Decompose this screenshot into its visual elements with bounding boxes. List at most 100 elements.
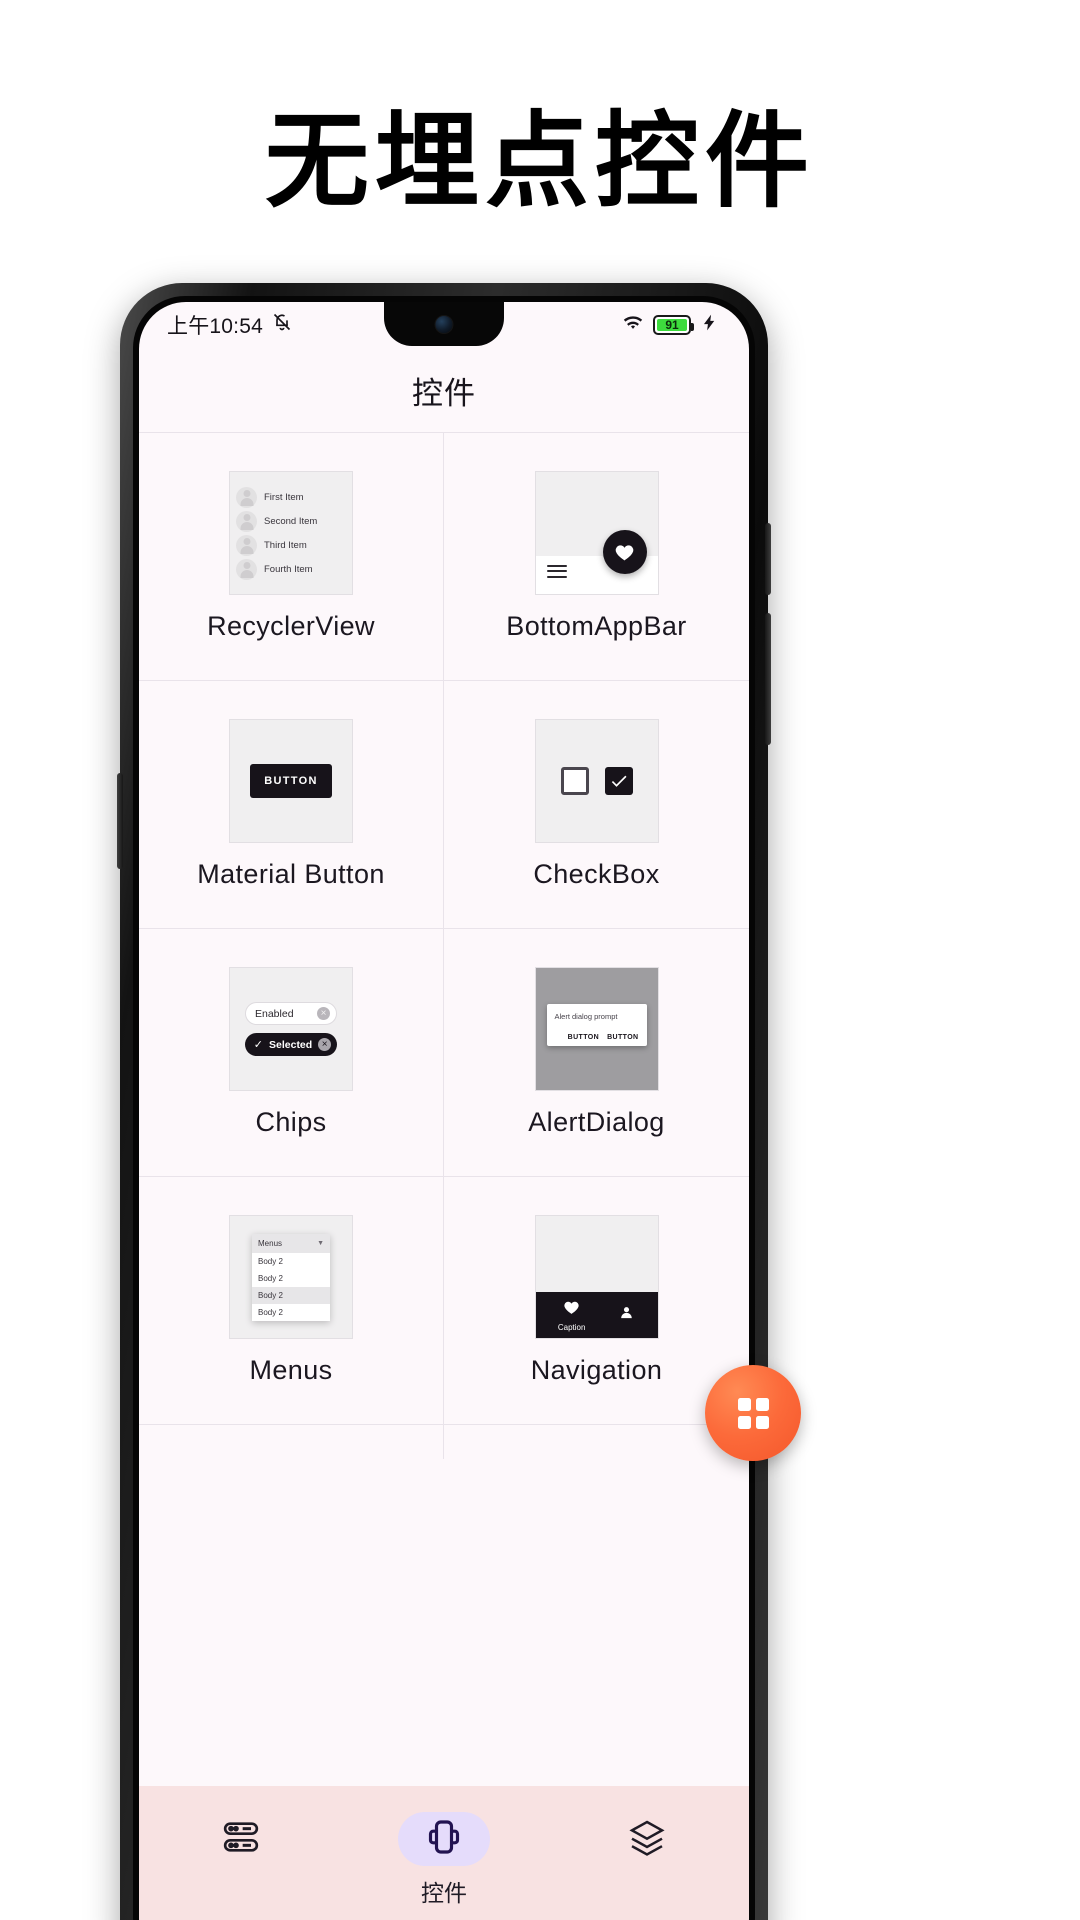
- bottom-nav-item-list[interactable]: [161, 1812, 321, 1874]
- list-item-label: Second Item: [264, 515, 318, 527]
- close-icon: ×: [317, 1007, 330, 1020]
- dropdown-label: Menus: [258, 1238, 283, 1248]
- power-button[interactable]: [765, 523, 771, 595]
- battery-level: 91: [657, 318, 687, 332]
- grid-cell-bottomappbar[interactable]: BottomAppBar: [444, 433, 749, 681]
- layers-icon: [627, 1817, 667, 1862]
- grid-cell-material-button[interactable]: BUTTON Material Button: [139, 681, 444, 929]
- list-item: Third Item: [236, 534, 346, 556]
- chip-label: Selected: [269, 1038, 313, 1051]
- close-icon: ×: [318, 1038, 332, 1051]
- lightning-bolt-icon: [700, 313, 719, 338]
- person-icon: [618, 1304, 635, 1326]
- list-item: Fourth Item: [236, 558, 346, 580]
- menu-item: Body 2: [252, 1252, 330, 1270]
- list-item: First Item: [236, 486, 346, 508]
- grid-cell-label: Navigation: [530, 1355, 663, 1385]
- dialog-actions: BUTTON BUTTON: [555, 1034, 639, 1041]
- grid-cell-recyclerview[interactable]: First Item Second Item Third Item Fourth…: [139, 433, 444, 681]
- chip-enabled: Enabled ×: [245, 1002, 337, 1025]
- dropdown-header: Menus ▼: [252, 1233, 330, 1253]
- grid-cell-navigation[interactable]: Caption Navigation: [444, 1177, 749, 1425]
- preview-nav-bar: Caption: [535, 1292, 658, 1338]
- grid-cell-label: Material Button: [197, 859, 385, 889]
- heart-icon: [602, 530, 647, 574]
- bottomappbar-preview: [534, 471, 659, 595]
- bottom-nav-pill: [601, 1812, 693, 1866]
- grid-cell-next-row-left[interactable]: [139, 1425, 444, 1459]
- list-item-label: Third Item: [264, 539, 307, 551]
- unchecked-checkbox-icon: [560, 767, 589, 795]
- preview-dialog: Alert dialog prompt BUTTON BUTTON: [546, 1004, 647, 1046]
- menu-item: Body 2: [252, 1303, 330, 1321]
- bottom-nav-pill-active: [397, 1812, 490, 1866]
- list-rows-icon: [221, 1817, 261, 1862]
- checked-checkbox-icon: [604, 767, 633, 795]
- bottom-nav-item-widgets[interactable]: 控件: [364, 1812, 524, 1908]
- dialog-button-2: BUTTON: [607, 1034, 639, 1041]
- bottom-nav-label: 控件: [420, 1880, 467, 1906]
- list-item-label: Fourth Item: [264, 563, 313, 575]
- battery-indicator: 91: [653, 315, 694, 335]
- recyclerview-preview: First Item Second Item Third Item Fourth…: [229, 471, 353, 595]
- person-avatar-icon: [236, 486, 257, 508]
- dialog-title: Alert dialog prompt: [554, 1012, 618, 1021]
- bottom-navigation: 控件: [139, 1786, 749, 1920]
- grid-cell-label: Menus: [249, 1355, 333, 1385]
- grid-cell-next-row-right[interactable]: [444, 1425, 749, 1459]
- widget-grid: First Item Second Item Third Item Fourth…: [139, 432, 749, 1459]
- bottom-nav-item-layers[interactable]: [567, 1812, 727, 1874]
- grid-cell-label: RecyclerView: [207, 611, 375, 641]
- apps-grid-icon: [737, 1397, 769, 1429]
- checkbox-preview: [534, 719, 659, 843]
- status-bar-left: 上午10:54: [167, 310, 292, 340]
- chevron-down-icon: ▼: [317, 1239, 324, 1247]
- bell-muted-icon: [272, 312, 292, 338]
- check-icon: ✓: [253, 1039, 263, 1051]
- chip-selected: ✓ Selected ×: [244, 1033, 338, 1056]
- chips-preview: Enabled × ✓ Selected ×: [229, 967, 353, 1091]
- grid-cell-chips[interactable]: Enabled × ✓ Selected × Chips: [139, 929, 444, 1177]
- preview-dropdown: Menus ▼ Body 2 Body 2 Body 2 Body 2: [252, 1233, 330, 1321]
- side-button-secondary[interactable]: [765, 613, 771, 745]
- status-bar-right: 91: [622, 311, 719, 339]
- preview-button: BUTTON: [250, 764, 332, 798]
- grid-cell-alertdialog[interactable]: Alert dialog prompt BUTTON BUTTON AlertD…: [444, 929, 749, 1177]
- materialbutton-preview: BUTTON: [229, 719, 353, 843]
- preview-content-area: [535, 1216, 658, 1294]
- bottom-nav-pill: [195, 1812, 287, 1866]
- phone-screen: 上午10:54 91 控件 First Item Second Item Thi…: [139, 302, 749, 1920]
- phone-bezel: 上午10:54 91 控件 First Item Second Item Thi…: [133, 296, 755, 1920]
- app-bar: 控件: [139, 348, 749, 432]
- status-bar: 上午10:54 91: [139, 302, 749, 348]
- menu-item-selected: Body 2: [252, 1286, 330, 1304]
- status-time: 上午10:54: [167, 315, 263, 338]
- poster-canvas: 无埋点控件 上午10:54 91 控件 First Item Second It…: [0, 0, 1080, 1920]
- page-title: 控件: [412, 375, 476, 411]
- volume-button[interactable]: [117, 773, 123, 869]
- poster-headline: 无埋点控件: [264, 100, 815, 222]
- person-avatar-icon: [236, 534, 257, 556]
- floating-action-button[interactable]: [705, 1365, 801, 1461]
- widget-phone-icon: [424, 1817, 464, 1862]
- grid-cell-label: AlertDialog: [528, 1107, 665, 1137]
- grid-cell-menus[interactable]: Menus ▼ Body 2 Body 2 Body 2 Body 2 Menu…: [139, 1177, 444, 1425]
- list-item-label: First Item: [264, 491, 304, 503]
- nav-item-favorite: Caption: [557, 1299, 586, 1332]
- person-avatar-icon: [236, 558, 257, 580]
- alertdialog-preview: Alert dialog prompt BUTTON BUTTON: [534, 967, 659, 1091]
- grid-cell-checkbox[interactable]: CheckBox: [444, 681, 749, 929]
- phone-device-frame: 上午10:54 91 控件 First Item Second Item Thi…: [117, 283, 801, 1920]
- grid-cell-label: BottomAppBar: [506, 611, 687, 641]
- list-item: Second Item: [236, 510, 346, 532]
- heart-icon: [563, 1299, 580, 1321]
- grid-cell-label: Chips: [255, 1107, 327, 1137]
- menus-preview: Menus ▼ Body 2 Body 2 Body 2 Body 2: [229, 1215, 353, 1339]
- dialog-button-1: BUTTON: [567, 1034, 600, 1041]
- person-avatar-icon: [236, 510, 257, 532]
- chip-label: Enabled: [255, 1007, 294, 1020]
- menu-item: Body 2: [252, 1269, 330, 1287]
- hamburger-menu-icon: [546, 564, 567, 582]
- navigation-preview: Caption: [534, 1215, 659, 1339]
- nav-item-label: Caption: [557, 1322, 586, 1332]
